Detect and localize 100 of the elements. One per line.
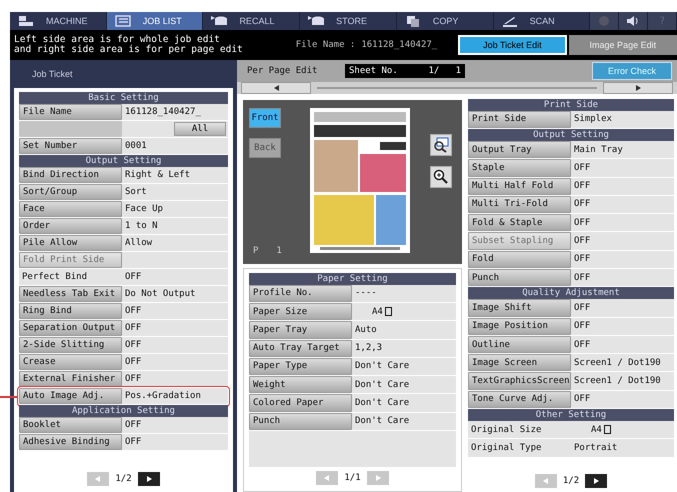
setting-button[interactable]: Print Side <box>468 110 571 128</box>
setting-button[interactable]: Staple <box>468 159 571 177</box>
setting-value: Don't Care <box>355 398 410 408</box>
setting-button[interactable]: Multi Tri-Fold <box>468 196 571 214</box>
setting-value: OFF <box>574 321 590 332</box>
setting-button[interactable]: Needless Tab Exit <box>19 286 122 302</box>
setting-value: Don't Care <box>355 361 410 372</box>
setting-button[interactable]: 2-Side Slitting <box>19 337 122 353</box>
setting-value: OFF <box>574 394 590 404</box>
page-indicator: 1/2 <box>115 474 132 484</box>
nav-tab[interactable]: JOB LIST <box>106 12 204 30</box>
page-label: P <box>253 246 258 256</box>
setting-value: Screen1 / Dot190 <box>574 358 661 368</box>
setting-value: Portrait <box>574 443 618 454</box>
setting-button[interactable]: External Finisher <box>19 371 122 387</box>
setting-value: OFF <box>574 218 590 228</box>
setting-button[interactable]: Paper Size <box>249 302 352 320</box>
file-name-label: File Name : <box>296 40 356 50</box>
section-header: Other Setting <box>468 409 674 422</box>
setting-value: OFF <box>125 340 142 350</box>
setting-value: OFF <box>574 302 590 313</box>
setting-value: Main Tray <box>574 144 623 155</box>
setting-button[interactable]: Face <box>19 201 122 217</box>
sheet-number-display: Sheet No. 1/ 1 <box>345 64 465 78</box>
setting-value: OFF <box>125 306 142 316</box>
setting-button[interactable]: Image Position <box>468 318 571 335</box>
setting-button[interactable]: Punch <box>249 412 352 430</box>
setting-button[interactable]: Punch <box>468 269 571 286</box>
section-header: Output Setting <box>468 128 674 141</box>
setting-value: Screen1 / Dot190 <box>574 376 661 386</box>
setting-button[interactable]: TextGraphicsScreen <box>468 372 571 390</box>
panel-title: Job Ticket <box>31 68 74 81</box>
setting-button[interactable]: Image Screen <box>468 354 571 372</box>
setting-value: Simplex <box>574 114 612 124</box>
setting-value: OFF <box>125 272 142 282</box>
setting-value: Do Not Output <box>125 289 196 299</box>
setting-button[interactable]: Fold & Staple <box>468 214 571 232</box>
section-header: Paper Setting <box>249 272 456 285</box>
setting-value: Pos.+Gradation <box>125 391 201 401</box>
setting-button[interactable]: Auto Tray Target <box>249 340 352 357</box>
setting-value: OFF <box>125 437 142 447</box>
setting-button[interactable]: Ring Bind <box>19 303 122 319</box>
page-indicator: 1/1 <box>344 473 361 483</box>
setting-value: 161128_140427_ <box>125 107 201 117</box>
setting-value: 0001 <box>125 141 147 151</box>
setting-value: OFF <box>125 323 142 333</box>
setting-button[interactable]: Separation Output <box>19 320 122 336</box>
setting-value: Don't Care <box>355 416 410 426</box>
setting-value: Don't Care <box>355 380 410 390</box>
side-button[interactable]: Front <box>249 108 281 128</box>
setting-value: OFF <box>574 162 590 173</box>
setting-value: ---- <box>355 288 377 298</box>
setting-button[interactable]: Crease <box>19 354 122 370</box>
setting-value: 1,2,3 <box>355 343 382 354</box>
setting-button[interactable]: Image Shift <box>468 299 571 317</box>
setting-value: OFF <box>574 199 590 210</box>
setting-value: Right & Left <box>125 170 190 180</box>
setting-value: Allow <box>125 238 152 248</box>
file-name-value: 161128_140427_ <box>361 40 438 50</box>
section-header: Output Setting <box>19 155 228 167</box>
setting-value: OFF <box>574 181 590 192</box>
setting-button[interactable]: Paper Tray <box>249 321 352 339</box>
setting-value: Sort <box>125 187 147 197</box>
setting-button[interactable]: Order <box>19 218 122 234</box>
all-button[interactable]: All <box>174 122 226 136</box>
setting-button[interactable]: Colored Paper <box>249 394 352 412</box>
page-number: 1 <box>276 246 282 256</box>
setting-button[interactable]: Paper Type <box>249 358 352 376</box>
setting-button[interactable]: Adhesive Binding <box>19 434 122 450</box>
per-page-edit-label: Per Page Edit <box>247 66 318 76</box>
setting-button[interactable]: Sort/Group <box>19 184 122 200</box>
section-header: Quality Adjustment <box>468 287 674 300</box>
setting-button[interactable]: Multi Half Fold <box>468 178 571 195</box>
setting-button[interactable]: Profile No. <box>249 284 352 302</box>
setting-value: OFF <box>574 236 590 246</box>
setting-button[interactable]: Booklet <box>19 417 122 433</box>
setting-value: 1 to N <box>125 221 158 231</box>
setting-value: A4 <box>372 306 383 317</box>
setting-button[interactable]: File Name <box>19 104 122 120</box>
edit-tab[interactable]: Job Ticket Edit <box>458 35 567 55</box>
setting-button[interactable]: Output Tray <box>468 140 571 158</box>
section-header: Print Side <box>468 98 674 111</box>
section-header: Application Setting <box>19 405 228 417</box>
instruction-message: Left side area is for whole job edit and right side area is for per page edit <box>13 35 244 55</box>
setting-value: OFF <box>125 420 142 430</box>
section-header: Basic Setting <box>19 92 228 104</box>
setting-value: A4 <box>591 424 602 435</box>
setting-button[interactable]: Set Number <box>19 138 122 154</box>
setting-value: Face Up <box>125 204 163 214</box>
setting-value: OFF <box>574 254 590 264</box>
setting-button[interactable]: Outline <box>468 336 571 354</box>
setting-button[interactable]: Pile Allow <box>19 235 122 251</box>
setting-value: OFF <box>125 357 142 367</box>
setting-button[interactable]: Fold <box>468 250 571 268</box>
setting-value: OFF <box>574 272 590 283</box>
setting-button[interactable]: Auto Image Adj. <box>19 388 122 404</box>
setting-button[interactable]: Tone Curve Adj. <box>468 390 571 408</box>
setting-button[interactable]: Bind Direction <box>19 167 122 183</box>
setting-value: OFF <box>574 340 590 350</box>
setting-button[interactable]: Weight <box>249 376 352 394</box>
